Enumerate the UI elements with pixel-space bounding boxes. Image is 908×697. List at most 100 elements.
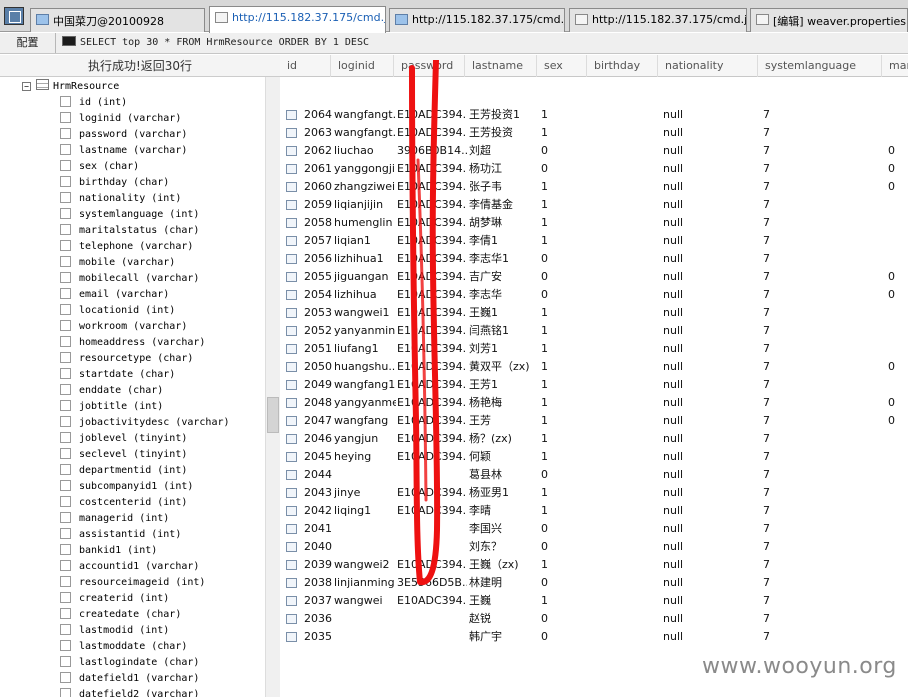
table-row[interactable]: 2050 huangshu... E10ADC394... 黄双平（zx) 1 null 7…	[280, 358, 908, 376]
tree-field-node[interactable]: sex (char)	[60, 159, 139, 175]
table-row[interactable]: 2057 liqian1 E10ADC394... 李倩1 1 null 7	[280, 232, 908, 250]
table-row[interactable]: 2056 lizhihua1 E10ADC394... 李志华1 0 null 7	[280, 250, 908, 268]
tree-field-node[interactable]: startdate (char)	[60, 367, 175, 383]
tree-field-node[interactable]: jobtitle (int)	[60, 399, 163, 415]
table-row[interactable]: 2063wangfangt...E10ADC394...王芳投资 1 null 7	[280, 124, 908, 142]
tree-field-node[interactable]: joblevel (tinyint)	[60, 431, 187, 447]
tree-field-node[interactable]: createdate (char)	[60, 607, 181, 623]
tree-field-node[interactable]: maritalstatus (char)	[60, 223, 199, 239]
collapse-icon[interactable]: −	[22, 82, 31, 91]
tab-weaver-properties[interactable]: [编辑] weaver.properties	[750, 8, 908, 32]
table-row[interactable]: 2037 wangwei E10ADC394... 王巍 1 null 7	[280, 592, 908, 610]
table-row[interactable]: 2046 yangjun E10ADC394... 杨？(zx) 1 null 7	[280, 430, 908, 448]
table-row[interactable]: 2052yanyanmin...E10ADC394...闫燕铭1 1 null 7	[280, 322, 908, 340]
table-row[interactable]: 2061yanggongji...E10ADC394...杨功江 0 null 7 0	[280, 160, 908, 178]
cell-birthday	[593, 214, 653, 232]
scrollbar-thumb[interactable]	[267, 397, 279, 433]
column-header-password[interactable]: password	[393, 55, 464, 77]
tree-field-node[interactable]: datefield2 (varchar)	[60, 687, 199, 697]
cell-loginid: yanyanmin...	[334, 324, 396, 337]
tree-scrollbar[interactable]	[265, 77, 280, 697]
table-row[interactable]: 2045 heying E10ADC394... 何颖 1 null 7	[280, 448, 908, 466]
table-row[interactable]: 2036 赵锐 0 null 7	[280, 610, 908, 628]
tree-field-node[interactable]: homeaddress (varchar)	[60, 335, 205, 351]
tree-field-node[interactable]: lastlogindate (char)	[60, 655, 199, 671]
tree-field-node[interactable]: loginid (varchar)	[60, 111, 181, 127]
tree-field-node[interactable]: telephone (varchar)	[60, 239, 193, 255]
tree-field-node[interactable]: birthday (char)	[60, 175, 169, 191]
tab-chopper[interactable]: 中国菜刀@20100928	[30, 8, 205, 32]
tree-field-node[interactable]: resourcetype (char)	[60, 351, 193, 367]
tab-cmd-jsp-active[interactable]: http://115.182.37.175/cmd.jsp	[209, 6, 386, 33]
field-label: lastmoddate (char)	[79, 641, 188, 652]
tree-field-node[interactable]: lastname (varchar)	[60, 143, 187, 159]
table-row[interactable]: 2038 linjianming 3E5566D5B... 林建明 0 null 7	[280, 574, 908, 592]
table-name: HrmResource	[53, 81, 120, 92]
table-row[interactable]: 2054 lizhihua E10ADC394... 李志华 0 null 7 0	[280, 286, 908, 304]
tree-field-node[interactable]: bankid1 (int)	[60, 543, 157, 559]
column-header-id[interactable]: id	[280, 55, 330, 77]
tree-field-node[interactable]: seclevel (tinyint)	[60, 447, 187, 463]
column-header-birthday[interactable]: birthday	[586, 55, 657, 77]
tree-field-node[interactable]: resourceimageid (int)	[60, 575, 205, 591]
table-row[interactable]: 2051 liufang1 E10ADC394... 刘芳1 1 null 7	[280, 340, 908, 358]
tree-field-node[interactable]: systemlanguage (int)	[60, 207, 199, 223]
column-header-maritalstatus[interactable]: mar	[881, 55, 908, 77]
tree-field-node[interactable]: mobile (varchar)	[60, 255, 175, 271]
tree-field-node[interactable]: enddate (char)	[60, 383, 163, 399]
table-row[interactable]: 2049 wangfang1 E10ADC394... 王芳1 1 null 7	[280, 376, 908, 394]
table-row[interactable]: 2041 李国兴 0 null 7	[280, 520, 908, 538]
table-row[interactable]: 2060 zhangziwei E10ADC394... 张子韦 1 null 7 0	[280, 178, 908, 196]
column-header-loginid[interactable]: loginid	[330, 55, 393, 77]
tree-field-node[interactable]: subcompanyid1 (int)	[60, 479, 193, 495]
column-header-nationality[interactable]: nationality	[657, 55, 757, 77]
field-label: createrid (int)	[79, 593, 170, 604]
tree-field-node[interactable]: nationality (int)	[60, 191, 181, 207]
cell-sex: 1	[541, 180, 548, 193]
table-row[interactable]: 2059 liqianjijin E10ADC394... 李倩基金 1 null 7	[280, 196, 908, 214]
column-header-sex[interactable]: sex	[536, 55, 586, 77]
table-row[interactable]: 2062 liuchao 3906B0B14... 刘超 0 null 7 0	[280, 142, 908, 160]
tree-field-node[interactable]: locationid (int)	[60, 303, 175, 319]
table-row[interactable]: 2058 humenglin E10ADC394... 胡梦琳 1 null 7	[280, 214, 908, 232]
tree-table-node[interactable]: − HrmResource	[22, 79, 119, 95]
table-row[interactable]: 2044 葛县林 0 null 7	[280, 466, 908, 484]
column-header-systemlanguage[interactable]: systemlanguage	[757, 55, 881, 77]
tree-field-node[interactable]: jobactivitydesc (varchar)	[60, 415, 230, 431]
table-row[interactable]: 2040 刘东？ 0 null 7	[280, 538, 908, 556]
row-icon	[286, 290, 297, 300]
tab-cmd-jsp-2[interactable]: http://115.182.37.175/cmd.jsp	[389, 8, 565, 32]
table-row[interactable]: 2035 韩广宇 0 null 7	[280, 628, 908, 646]
window-icon[interactable]	[4, 7, 24, 25]
table-row[interactable]: 2042 liqing1 E10ADC394... 李晴 1 null 7	[280, 502, 908, 520]
tree-field-node[interactable]: managerid (int)	[60, 511, 169, 527]
config-button[interactable]: 配置	[0, 33, 56, 53]
tree-field-node[interactable]: departmentid (int)	[60, 463, 187, 479]
table-row[interactable]: 2053 wangwei1 E10ADC394... 王巍1 1 null 7	[280, 304, 908, 322]
tree-field-node[interactable]: id (int)	[60, 95, 127, 111]
tree-field-node[interactable]: mobilecall (varchar)	[60, 271, 199, 287]
tab-cmd-jsp-3[interactable]: http://115.182.37.175/cmd.jsp	[569, 8, 747, 32]
cell-maritalstatus: 0	[888, 180, 895, 193]
tree-field-node[interactable]: lastmoddate (char)	[60, 639, 187, 655]
cell-maritalstatus: 0	[888, 360, 895, 373]
tree-field-node[interactable]: lastmodid (int)	[60, 623, 169, 639]
table-row[interactable]: 2048 yangyanmei E10ADC394... 杨艳梅 1 null 7 0	[280, 394, 908, 412]
field-icon	[60, 192, 71, 203]
tree-field-node[interactable]: password (varchar)	[60, 127, 187, 143]
tree-field-node[interactable]: workroom (varchar)	[60, 319, 187, 335]
tree-field-node[interactable]: accountid1 (varchar)	[60, 559, 199, 575]
tree-field-node[interactable]: costcenterid (int)	[60, 495, 187, 511]
tree-field-node[interactable]: email (varchar)	[60, 287, 169, 303]
column-header-lastname[interactable]: lastname	[464, 55, 536, 77]
table-row[interactable]: 2039 wangwei2 E10ADC394... 王巍（zx) 1 null 7	[280, 556, 908, 574]
tree-field-node[interactable]: datefield1 (varchar)	[60, 671, 199, 687]
tree-field-node[interactable]: createrid (int)	[60, 591, 169, 607]
cell-lastname: 李倩1	[469, 234, 498, 247]
table-row[interactable]: 2047 wangfang E10ADC394... 王芳 1 null 7 0	[280, 412, 908, 430]
table-row[interactable]: 2064wangfangt...E10ADC394...王芳投资1 1 null 7	[280, 106, 908, 124]
table-row[interactable]: 2055 jiguangan E10ADC394... 吉广安 0 null 7 0	[280, 268, 908, 286]
sql-input[interactable]: SELECT top 30 * FROM HrmResource ORDER B…	[62, 33, 369, 53]
table-row[interactable]: 2043 jinye E10ADC394... 杨亚男1 1 null 7	[280, 484, 908, 502]
tree-field-node[interactable]: assistantid (int)	[60, 527, 181, 543]
